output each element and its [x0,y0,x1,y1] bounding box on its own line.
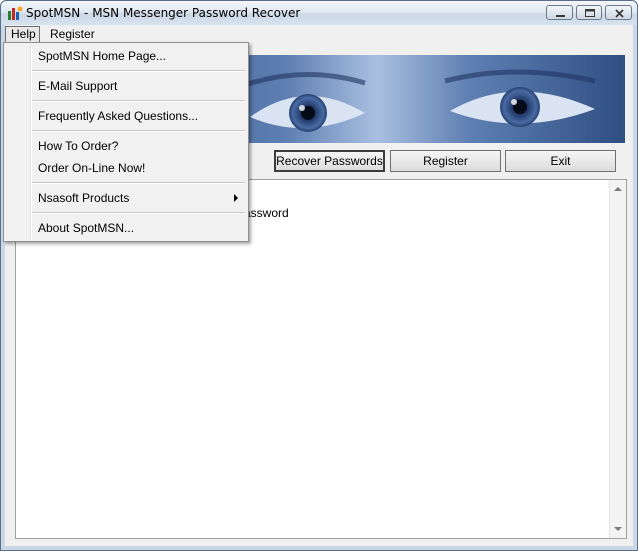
register-button[interactable]: Register [390,150,501,172]
menu-register[interactable]: Register [45,26,101,43]
menu-separator [32,130,245,132]
menu-item-about[interactable]: About SpotMSN... [4,217,248,239]
close-icon [615,9,624,18]
menu-item-order-online[interactable]: Order On-Line Now! [4,157,248,179]
maximize-icon [585,9,595,17]
menu-item-how-to-order[interactable]: How To Order? [4,135,248,157]
help-dropdown-menu: SpotMSN Home Page... E-Mail Support Freq… [3,42,249,242]
submenu-arrow-icon [234,194,238,202]
vertical-scrollbar[interactable] [609,180,626,538]
recover-passwords-button[interactable]: Recover Passwords [274,150,385,172]
menu-separator [32,70,245,72]
menu-item-nsasoft-products[interactable]: Nsasoft Products [4,187,248,209]
scroll-up-icon[interactable] [614,187,622,191]
exit-button[interactable]: Exit [505,150,616,172]
close-button[interactable] [605,5,632,20]
window-title: SpotMSN - MSN Messenger Password Recover [26,6,301,20]
menu-item-faq[interactable]: Frequently Asked Questions... [4,105,248,127]
scroll-down-icon[interactable] [614,527,622,531]
menu-separator [32,182,245,184]
minimize-icon [556,15,565,17]
menu-help[interactable]: Help [5,26,40,43]
menu-item-nsasoft-label: Nsasoft Products [38,191,130,205]
title-bar[interactable]: SpotMSN - MSN Messenger Password Recover [1,1,637,25]
menu-item-home-page[interactable]: SpotMSN Home Page... [4,45,248,67]
menu-separator [32,100,245,102]
app-icon [8,6,23,20]
menu-item-email-support[interactable]: E-Mail Support [4,75,248,97]
menu-separator [32,212,245,214]
minimize-button[interactable] [546,5,573,20]
maximize-button[interactable] [576,5,602,20]
